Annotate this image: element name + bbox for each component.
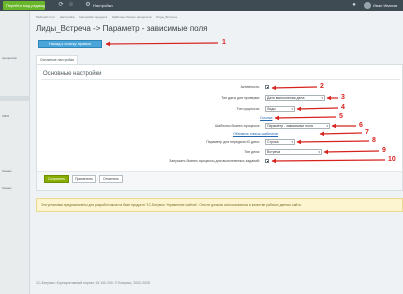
apply-button[interactable]: Применить (72, 175, 96, 183)
chevron-down-icon: ▾ (326, 124, 328, 128)
sidebar-item[interactable]: CRM (0, 114, 29, 119)
breadcrumb-item[interactable]: Лиды_Встреча (156, 15, 177, 19)
annotation-number: 2 (320, 83, 324, 90)
cancel-button[interactable]: Отменить (99, 175, 123, 183)
chevron-down-icon: ▾ (321, 96, 323, 100)
annotation-number: 3 (341, 94, 345, 101)
edit-mode-button[interactable]: Перейти мод редакции (3, 1, 45, 10)
entity-type-select[interactable]: Лиды ▾ (265, 106, 295, 112)
gear-icon[interactable]: ⚙ (85, 2, 91, 8)
star-icon[interactable]: ☆ (68, 2, 74, 8)
date-param-value: Строка (267, 140, 279, 144)
active-checkbox[interactable] (265, 85, 269, 89)
breadcrumb-item[interactable]: Рабочий стол (36, 15, 55, 19)
annotation-number: 6 (359, 122, 363, 129)
run-completed-label: Запускать бизнес-процессы для выполненны… (169, 159, 260, 163)
divider (41, 79, 400, 80)
annotation-number: 7 (365, 129, 369, 136)
chevron-down-icon: ▾ (291, 107, 293, 111)
sidebar-item[interactable]: процессов (0, 56, 29, 61)
template-value: Параметр - зависимые поля (267, 124, 313, 128)
date-type-label: Тип дела: (244, 150, 260, 154)
check-date-type-select[interactable]: Дата выполнения дела ▾ (265, 95, 325, 101)
sidebar: процессов CRM бизнес бизнес (0, 11, 30, 294)
developer-warning: Эти установки предназначены для разработ… (36, 198, 403, 212)
settings-link[interactable]: Настройки (93, 0, 113, 11)
template-label: Шаблоны бизнес-процесса: (215, 124, 260, 128)
chevron-down-icon: ▾ (291, 140, 293, 144)
refresh-icon[interactable]: ⟳ (58, 2, 64, 8)
date-param-select[interactable]: Строка ▾ (265, 139, 295, 145)
annotation-number: 10 (388, 156, 396, 163)
avatar[interactable] (364, 2, 371, 9)
breadcrumb-item[interactable]: Шаблоны бизнес-процессов (112, 15, 151, 19)
entity-type-label: Тип сущности: (236, 107, 260, 111)
annotation-number: 4 (341, 104, 345, 111)
tab-main-settings[interactable]: Основные настройки (36, 55, 78, 64)
sidebar-item-active[interactable] (0, 96, 29, 101)
bell-icon[interactable]: ● (351, 2, 357, 8)
annotation-number: 8 (372, 137, 376, 144)
entity-type-value: Лиды (267, 107, 276, 111)
user-name[interactable]: Иван Иванов (373, 0, 403, 11)
annotation-arrow (105, 41, 219, 47)
top-bar: Перейти мод редакции ⟳ ☆ ⚙ Настройки ● И… (0, 0, 403, 11)
date-type-select[interactable]: Встреча ▾ (265, 149, 322, 155)
run-completed-checkbox[interactable] (265, 159, 269, 163)
date-type-value: Встреча (267, 150, 281, 154)
favorite-star-icon[interactable]: ☆ (153, 25, 159, 33)
annotation-number: 9 (382, 147, 386, 154)
card-title: Основные настройки (43, 71, 102, 77)
active-label: Активность: (240, 85, 260, 89)
back-to-list-button[interactable]: Назад к списку правил (38, 40, 102, 48)
annotation-number: 1 (222, 39, 226, 46)
breadcrumb-item[interactable]: Настройки продукта (79, 15, 107, 19)
chevron-down-icon: ▾ (318, 150, 320, 154)
update-templates-link[interactable]: Обновить список шаблонов (233, 131, 278, 137)
breadcrumb-item[interactable]: Настройки (60, 15, 75, 19)
link[interactable]: Ссылка (260, 115, 272, 121)
annotation-number: 5 (339, 113, 343, 120)
save-button[interactable]: Сохранить (44, 175, 69, 183)
breadcrumb: Рабочий стол Настройки Настройки продукт… (36, 14, 396, 20)
check-date-type-value: Дата выполнения дела (267, 96, 305, 100)
sidebar-item[interactable]: бизнес (0, 169, 29, 174)
date-param-label: Параметр для передачи ID даты: (206, 140, 260, 144)
copyright: 1С-Битрикс: Корпоративный портал 15.100.… (36, 281, 151, 285)
sidebar-item[interactable]: бизнес (0, 186, 29, 191)
template-select[interactable]: Параметр - зависимые поля ▾ (265, 123, 330, 129)
page-title: Лиды_Встреча -> Параметр - зависимые пол… (36, 24, 208, 33)
check-date-type-label: Тип даты для проверки: (221, 96, 260, 100)
